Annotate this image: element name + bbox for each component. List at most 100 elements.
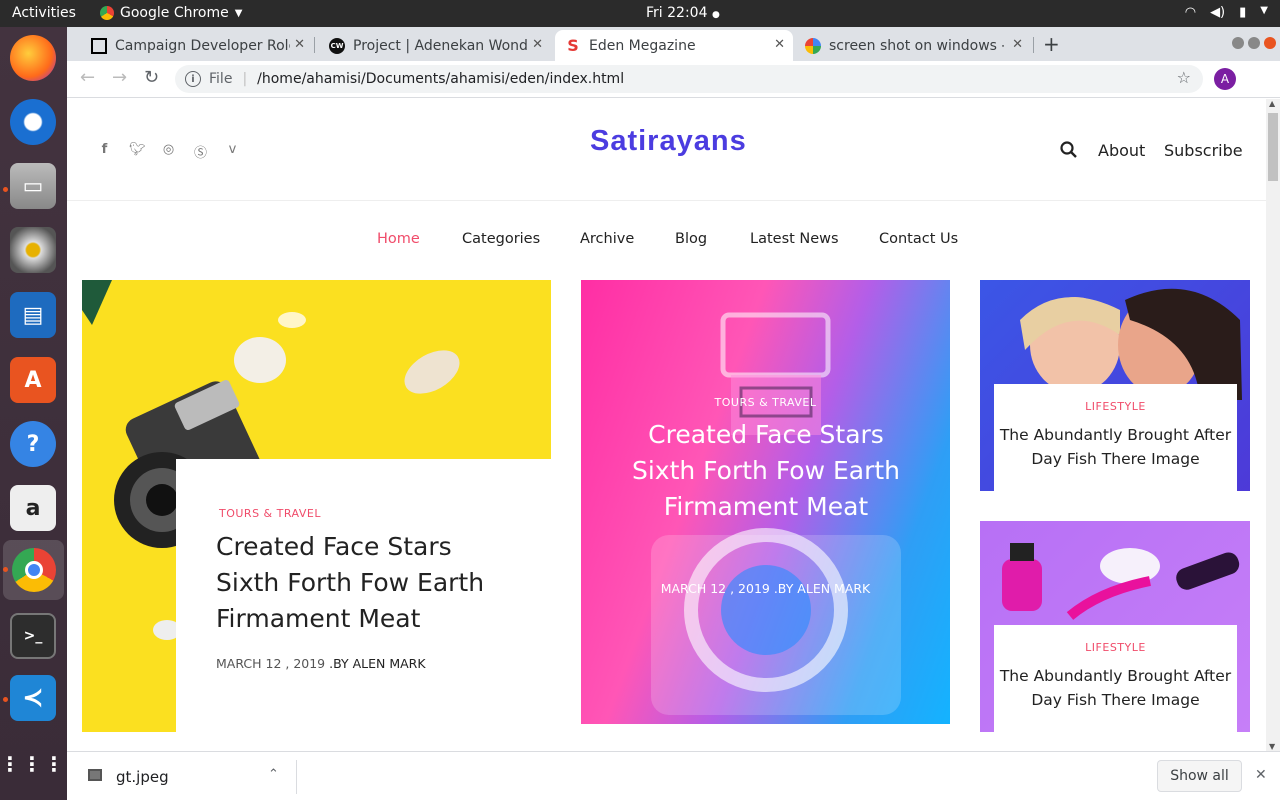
nav-contact-us[interactable]: Contact Us	[879, 231, 958, 247]
post-category[interactable]: LIFESTYLE	[994, 641, 1237, 654]
post-category[interactable]: TOURS & TRAVEL	[219, 507, 321, 520]
clock[interactable]: Fri 22:04 ●	[646, 5, 720, 21]
close-icon[interactable]: ✕	[1012, 37, 1023, 52]
maximize-icon[interactable]	[1248, 37, 1260, 49]
close-icon[interactable]: ✕	[294, 37, 305, 52]
side-post-card[interactable]: LIFESTYLE The Abundantly Brought After D…	[980, 280, 1250, 491]
close-download-bar-icon[interactable]: ✕	[1255, 767, 1267, 783]
bookmark-star-icon[interactable]: ☆	[1177, 68, 1191, 87]
post-title[interactable]: The Abundantly Brought After Day Fish Th…	[994, 423, 1237, 471]
nav-categories[interactable]: Categories	[462, 231, 540, 247]
post-author[interactable]: .BY ALEN MARK	[329, 656, 425, 671]
vimeo-icon[interactable]: v	[225, 142, 240, 161]
page-scrollbar[interactable]: ▲ ▼	[1266, 99, 1280, 751]
download-file-name[interactable]: gt.jpeg	[116, 768, 169, 786]
site-logo[interactable]: Satirayans	[590, 125, 747, 158]
facebook-icon[interactable]: f	[97, 142, 112, 161]
download-divider	[296, 760, 297, 794]
close-window-icon[interactable]	[1264, 37, 1276, 49]
app-menu[interactable]: Google Chrome ▼	[100, 5, 242, 21]
browser-toolbar: ← → ↻ i File | /home/ahamisi/Documents/a…	[67, 61, 1280, 98]
nav-archive[interactable]: Archive	[580, 231, 634, 247]
profile-avatar[interactable]: A	[1214, 68, 1236, 90]
twitter-icon[interactable]: 🐦︎	[129, 142, 146, 161]
info-icon[interactable]: i	[185, 71, 201, 87]
show-all-button[interactable]: Show all	[1157, 760, 1242, 792]
activities-button[interactable]: Activities	[12, 5, 76, 21]
chevron-up-icon[interactable]: ⌃	[268, 767, 279, 782]
search-icon[interactable]	[1060, 141, 1077, 158]
window-controls[interactable]	[1232, 37, 1276, 49]
writer-icon[interactable]: ▤	[10, 292, 56, 338]
help-icon[interactable]: ?	[10, 421, 56, 467]
tab-screenshot[interactable]: screen shot on windows - ✕	[795, 30, 1031, 61]
close-icon[interactable]: ✕	[774, 37, 785, 52]
post-title[interactable]: The Abundantly Brought After Day Fish Th…	[994, 664, 1237, 712]
chrome-logo-icon	[11, 548, 56, 592]
featured-post-card[interactable]: TOURS & TRAVEL Created Face Stars Sixth …	[82, 280, 551, 732]
nav-latest-news[interactable]: Latest News	[750, 231, 839, 247]
tab-strip: Campaign Developer Role ✕ CW Project | A…	[67, 27, 1280, 61]
side-post-card[interactable]: LIFESTYLE The Abundantly Brought After D…	[980, 521, 1250, 732]
chrome-small-icon	[100, 6, 114, 20]
minimize-icon[interactable]	[1232, 37, 1244, 49]
post-meta: MARCH 12 , 2019 .BY ALEN MARK	[660, 581, 871, 596]
tab-label: Campaign Developer Role	[115, 37, 290, 54]
battery-icon: ▮	[1239, 5, 1247, 20]
post-category[interactable]: TOURS & TRAVEL	[581, 396, 950, 409]
post-date: MARCH 12 , 2019	[216, 656, 330, 671]
file-label: File	[209, 71, 233, 87]
close-icon[interactable]: ✕	[532, 37, 543, 52]
web-page: f 🐦︎ ◎ Ⓢ v Satirayans About Subscribe Ho…	[67, 99, 1266, 751]
header-divider	[67, 200, 1266, 201]
nav-blog[interactable]: Blog	[675, 231, 707, 247]
system-top-bar: Activities Google Chrome ▼ Fri 22:04 ● ◠…	[0, 0, 1280, 27]
new-tab-button[interactable]: +	[1043, 32, 1060, 56]
scroll-down-icon[interactable]: ▼	[1269, 742, 1275, 751]
url-text[interactable]: /home/ahamisi/Documents/ahamisi/eden/ind…	[257, 71, 624, 87]
tab-campaign[interactable]: Campaign Developer Role ✕	[81, 30, 313, 61]
scrollbar-thumb[interactable]	[1268, 113, 1278, 181]
chevron-down-icon: ▼	[1260, 5, 1268, 16]
scroll-up-icon[interactable]: ▲	[1269, 99, 1275, 108]
download-bar: gt.jpeg ⌃ Show all ✕	[67, 751, 1280, 800]
amazon-icon[interactable]: a	[10, 485, 56, 531]
center-post-card[interactable]: TOURS & TRAVEL Created Face Stars Sixth …	[581, 280, 950, 724]
back-icon[interactable]: ←	[80, 67, 95, 88]
side-post-box: LIFESTYLE The Abundantly Brought After D…	[994, 384, 1237, 491]
clock-label: Fri 22:04	[646, 5, 708, 21]
system-tray[interactable]: ◠ ◀) ▮ ▼	[1185, 5, 1268, 20]
app-menu-label: Google Chrome	[120, 5, 229, 21]
files-icon[interactable]: ▭	[10, 163, 56, 209]
post-title[interactable]: Created Face Stars Sixth Forth Fow Earth…	[216, 529, 516, 637]
thunderbird-icon[interactable]	[10, 99, 56, 145]
reload-icon[interactable]: ↻	[144, 67, 159, 88]
tab-favicon-icon: S	[567, 36, 579, 55]
side-post-box: LIFESTYLE The Abundantly Brought After D…	[994, 625, 1237, 732]
dock: ▭ ▤ A ? a >_ ≺ ⋮⋮⋮	[0, 27, 67, 800]
google-icon	[805, 37, 821, 54]
chrome-icon[interactable]	[3, 540, 64, 600]
post-meta: MARCH 12 , 2019 .BY ALEN MARK	[216, 656, 426, 671]
subscribe-link[interactable]: Subscribe	[1164, 141, 1243, 160]
post-title[interactable]: Created Face Stars Sixth Forth Fow Earth…	[621, 417, 911, 525]
terminal-icon[interactable]: >_	[10, 613, 56, 659]
instagram-icon[interactable]: ◎	[161, 142, 176, 161]
skype-icon[interactable]: Ⓢ	[193, 142, 208, 161]
volume-icon: ◀)	[1210, 5, 1226, 20]
software-icon[interactable]: A	[10, 357, 56, 403]
firefox-icon[interactable]	[10, 35, 56, 81]
forward-icon[interactable]: →	[112, 67, 127, 88]
tab-label: Eden Megazine	[589, 37, 696, 54]
tab-project[interactable]: CW Project | Adenekan Wonder ✕	[319, 30, 551, 61]
apps-grid-icon[interactable]: ⋮⋮⋮	[0, 741, 64, 787]
tab-eden[interactable]: S Eden Megazine ✕	[555, 30, 793, 61]
post-category[interactable]: LIFESTYLE	[994, 400, 1237, 413]
address-bar[interactable]: i File | /home/ahamisi/Documents/ahamisi…	[175, 65, 1203, 93]
tab-label: Project | Adenekan Wonder	[353, 37, 528, 54]
nav-home[interactable]: Home	[377, 231, 420, 247]
vscode-icon[interactable]: ≺	[10, 675, 56, 721]
about-link[interactable]: About	[1098, 141, 1145, 160]
rhythmbox-icon[interactable]	[10, 227, 56, 273]
image-file-icon	[88, 769, 102, 781]
